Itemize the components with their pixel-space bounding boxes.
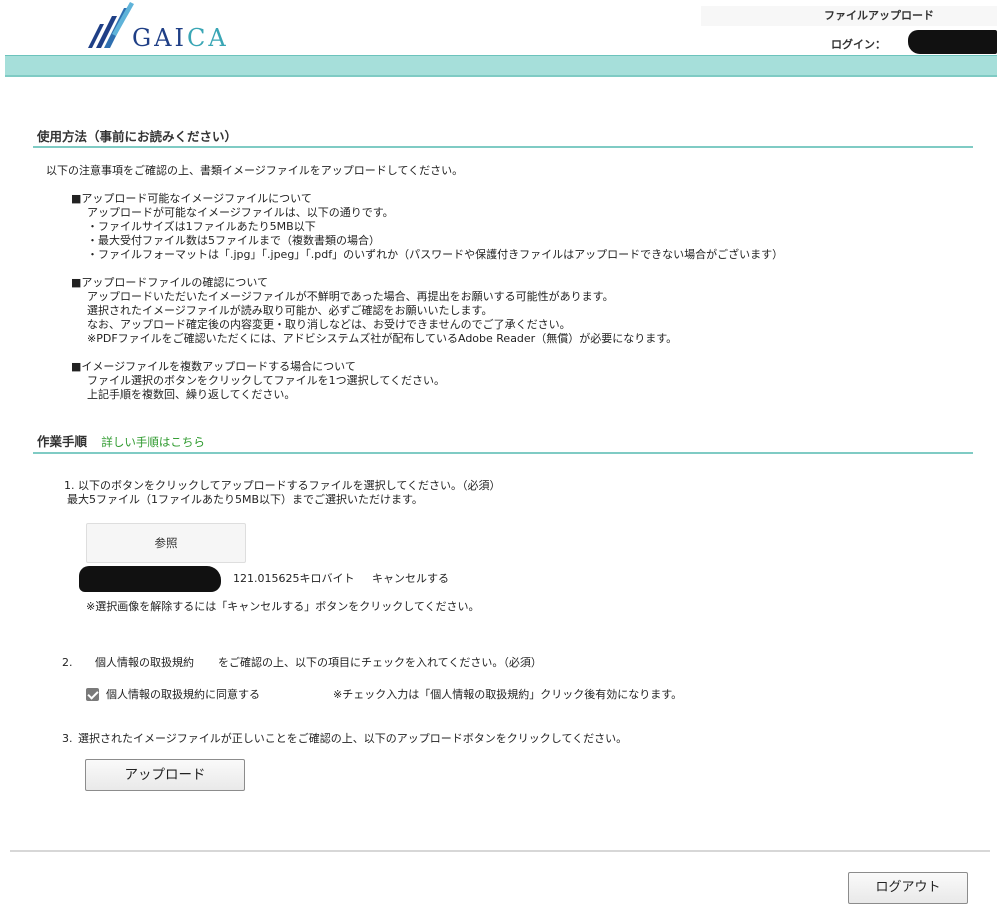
detail-steps-link[interactable]: 詳しい手順はこちら	[101, 435, 205, 449]
step1-subtext: 最大5ファイル（1ファイルあたり5MB以下）までご選択いただけます。	[67, 493, 423, 506]
block1-title: ■アップロード可能なイメージファイルについて	[71, 192, 312, 205]
block2-line: アップロードいただいたイメージファイルが不鮮明であった場合、再提出をお願いする可…	[87, 290, 614, 303]
step3-text: 選択されたイメージファイルが正しいことをご確認の上、以下のアップロードボタンをク…	[78, 732, 628, 745]
block2-line: なお、アップロード確定後の内容変更・取り消しなどは、お受けできませんのでご了承く…	[87, 318, 571, 331]
step1-text: 以下のボタンをクリックしてアップロードするファイルを選択してください。（必須）	[78, 479, 501, 492]
block1-line: ・ファイルサイズは1ファイルあたり5MB以下	[87, 220, 316, 233]
step3-number: 3.	[62, 732, 73, 745]
gaica-logo: GAICA	[82, 2, 242, 52]
step2-text: をご確認の上、以下の項目にチェックを入れてください。（必須）	[218, 656, 542, 669]
usage-intro: 以下の注意事項をご確認の上、書類イメージファイルをアップロードしてください。	[46, 164, 464, 177]
block3-title: ■イメージファイルを複数アップロードする場合について	[71, 360, 356, 373]
block1-line: アップロードが可能なイメージファイルは、以下の通りです。	[87, 206, 394, 219]
block2-line: 選択されたイメージファイルが読み取り可能か、必ずご確認をお願いいたします。	[87, 304, 493, 317]
cancel-link[interactable]: キャンセルする	[372, 572, 449, 586]
steps-heading-text: 作業手順	[37, 434, 88, 449]
file-size: 121.015625キロバイト	[233, 572, 355, 585]
step1-number: 1.	[64, 479, 75, 492]
logout-button[interactable]: ログアウト	[848, 872, 968, 904]
block1-line: ・ファイルフォーマットは「.jpg」「.jpeg」「.pdf」のいずれか（パスワ…	[87, 248, 784, 261]
logo-mark-icon	[88, 2, 134, 48]
cancel-note: ※選択画像を解除するには「キャンセルする」ボタンをクリックしてください。	[86, 600, 480, 613]
browse-button[interactable]: 参照	[86, 523, 246, 563]
usage-divider	[33, 146, 973, 148]
block2-line: ※PDFファイルをご確認いただくには、アドビシステムズ社が配布しているAdobe…	[87, 332, 678, 345]
upload-button[interactable]: アップロード	[85, 759, 245, 791]
page-title: ファイルアップロード	[701, 6, 997, 26]
login-label: ログイン：	[831, 38, 886, 51]
steps-divider	[33, 452, 973, 454]
block3-line: 上記手順を複数回、繰り返してください。	[87, 388, 296, 401]
agree-note: ※チェック入力は「個人情報の取扱規約」クリック後有効になります。	[333, 688, 683, 701]
footer-divider	[10, 850, 990, 852]
block1-line: ・最大受付ファイル数は5ファイルまで（複数書類の場合）	[87, 234, 380, 247]
usage-heading: 使用方法（事前にお読みください）	[37, 129, 238, 144]
agree-checkbox[interactable]	[86, 688, 99, 701]
step2-number: 2.	[62, 656, 73, 669]
logo-text: GAICA	[132, 24, 229, 52]
block2-title: ■アップロードファイルの確認について	[71, 276, 269, 289]
agree-label[interactable]: 個人情報の取扱規約に同意する	[106, 688, 260, 702]
header-bar	[5, 55, 997, 77]
privacy-policy-link[interactable]: 個人情報の取扱規約	[95, 656, 194, 670]
block3-line: ファイル選択のボタンをクリックしてファイルを1つ選択してください。	[87, 374, 446, 387]
steps-heading: 作業手順 詳しい手順はこちら	[37, 431, 205, 450]
redacted-username	[908, 30, 997, 54]
redacted-filename	[79, 566, 221, 592]
